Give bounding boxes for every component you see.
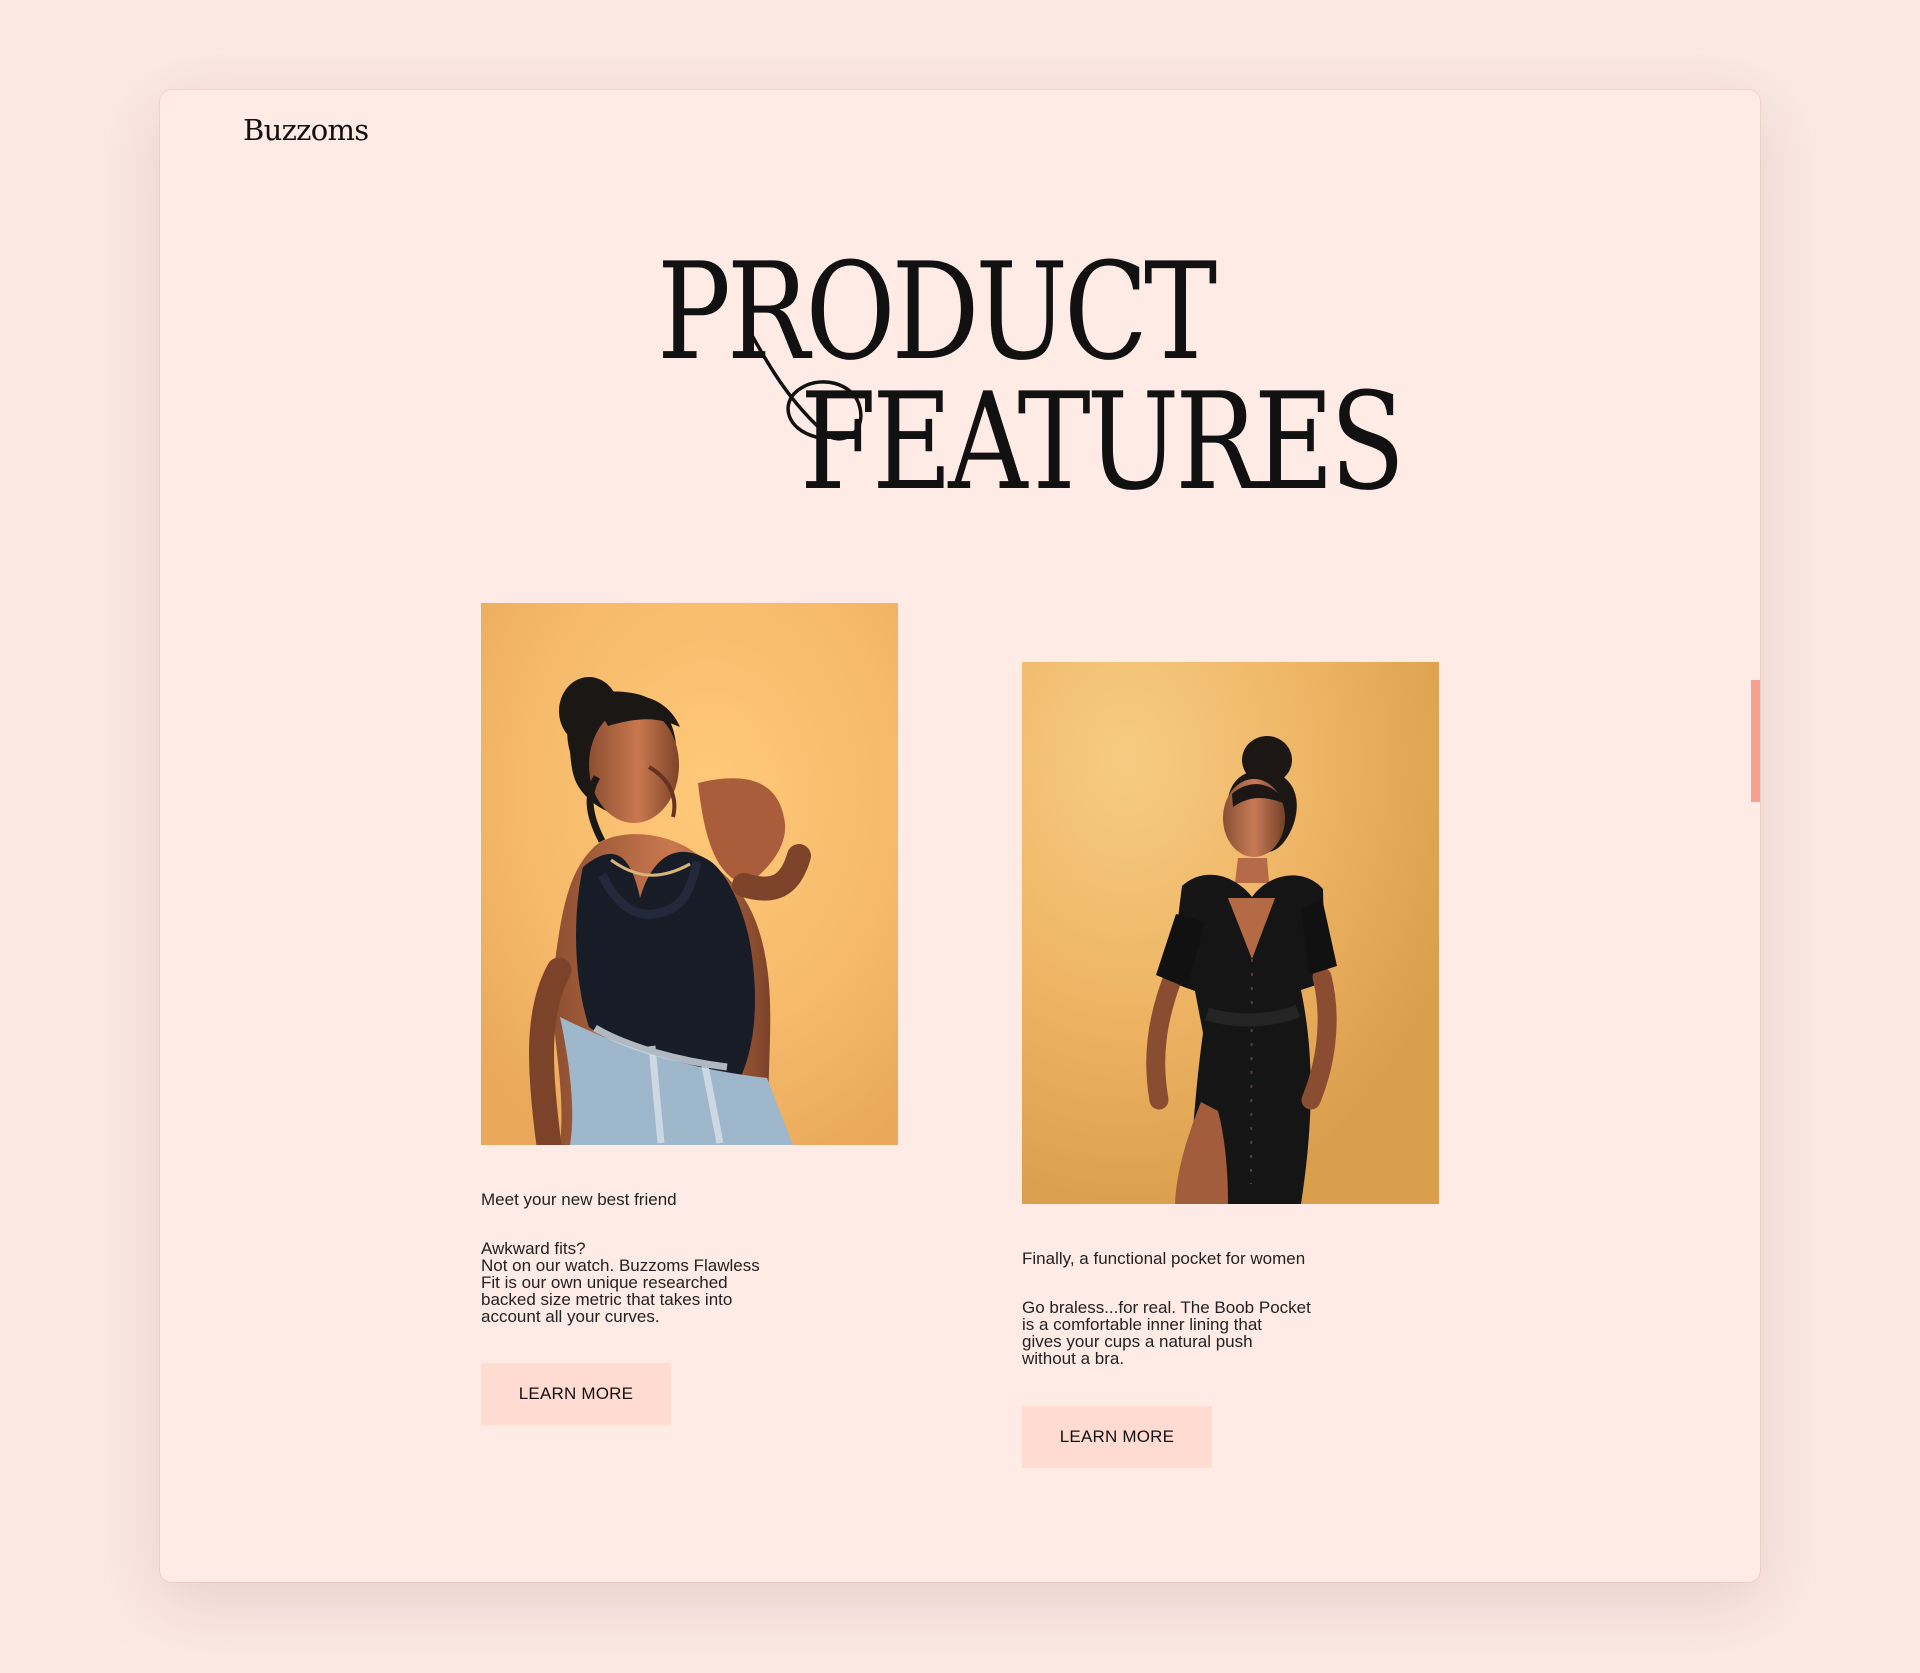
tank-top-model-illustration bbox=[481, 603, 898, 1145]
title-line-features: FEATURES bbox=[800, 364, 1405, 520]
feature-heading: Meet your new best friend bbox=[481, 1190, 677, 1209]
feature-description: Awkward fits? Not on our watch. Buzzoms … bbox=[481, 1239, 760, 1326]
brand-logo[interactable]: Buzzoms bbox=[243, 116, 369, 145]
boob-pocket-feature: Finally, a functional pocket for women G… bbox=[1022, 662, 1439, 1468]
side-scroll-indicator[interactable] bbox=[1751, 680, 1760, 802]
learn-more-button[interactable]: LEARN MORE bbox=[1022, 1405, 1212, 1468]
feature-description: Go braless...for real. The Boob Pocket i… bbox=[1022, 1298, 1311, 1368]
feature-heading: Finally, a functional pocket for women bbox=[1022, 1249, 1306, 1268]
flawless-fit-feature: Meet your new best friend Awkward fits? … bbox=[481, 603, 898, 1426]
learn-more-button[interactable]: LEARN MORE bbox=[481, 1363, 671, 1426]
product-features-panel: Buzzoms PRODUCT FEATURES Meet your new b… bbox=[160, 90, 1760, 1582]
tank-top-model-photo bbox=[481, 603, 898, 1145]
black-dress-model-illustration bbox=[1022, 662, 1439, 1204]
title-flourish-icon bbox=[747, 328, 863, 441]
black-dress-model-photo bbox=[1022, 662, 1439, 1204]
